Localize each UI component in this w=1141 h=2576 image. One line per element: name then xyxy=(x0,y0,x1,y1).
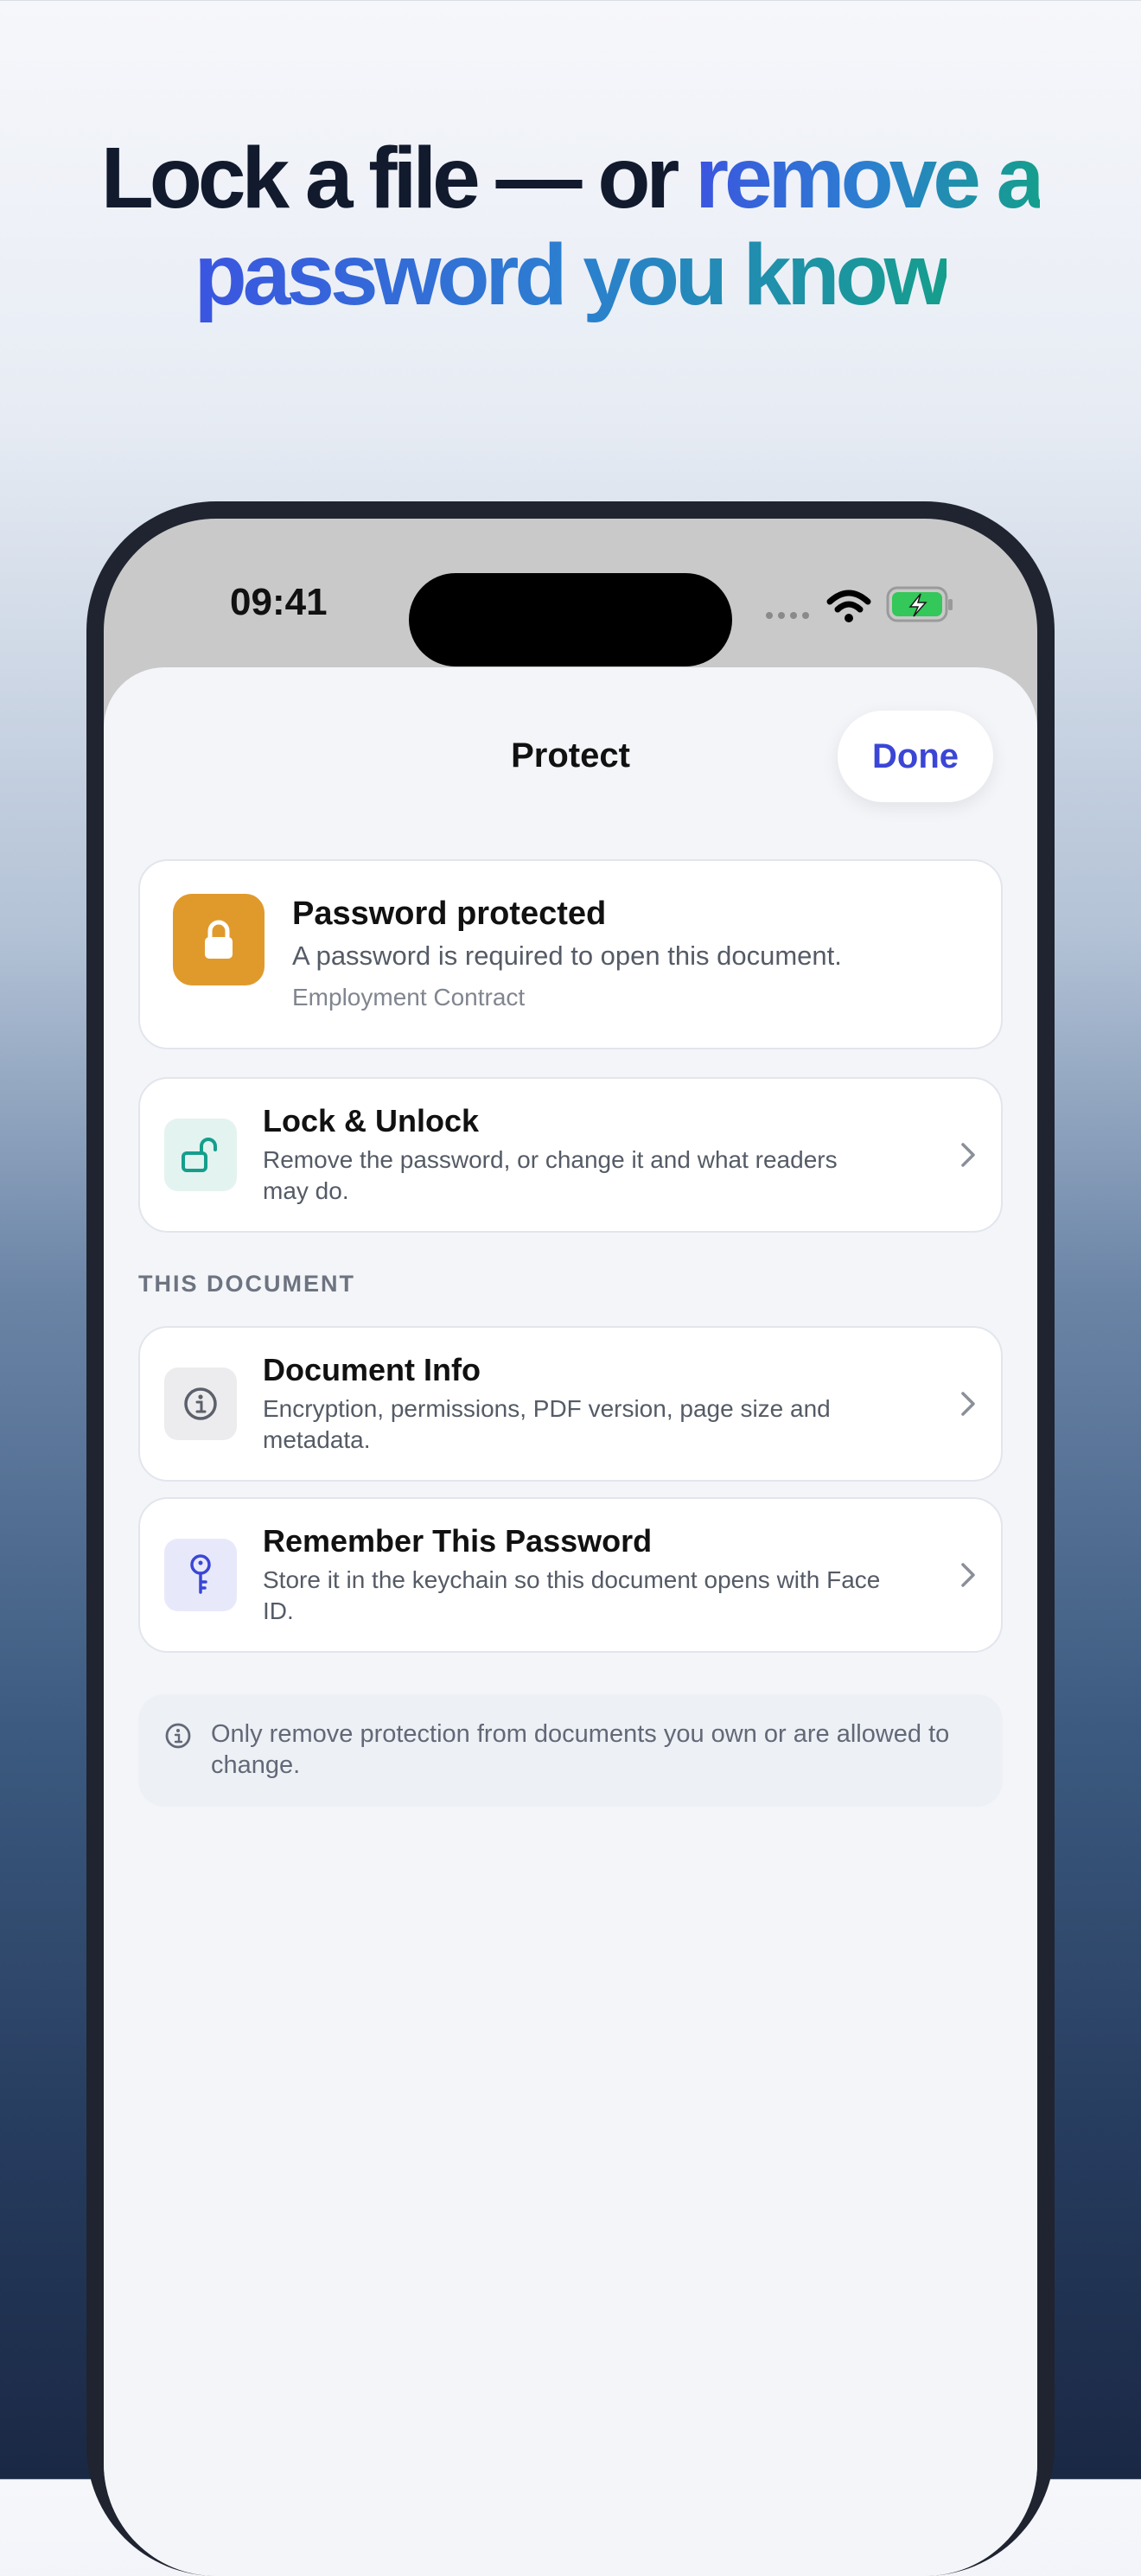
remember-password-subtitle: Store it in the keychain so this documen… xyxy=(263,1566,881,1624)
document-info-row[interactable]: Document Info Encryption, permissions, P… xyxy=(138,1326,1003,1482)
phone-screen: 09:41 Protect Done Password protected A … xyxy=(104,519,1037,2576)
remember-password-title: Remember This Password xyxy=(263,1523,653,1559)
headline: Lock a file — or remove a password you k… xyxy=(0,130,1141,323)
status-bar-time: 09:41 xyxy=(230,581,328,623)
dynamic-island xyxy=(409,573,732,666)
chevron-right-icon xyxy=(961,1563,975,1587)
note-text: Only remove protection from documents yo… xyxy=(211,1720,950,1779)
info-icon xyxy=(164,1368,237,1440)
ownership-note: Only remove protection from documents yo… xyxy=(138,1694,1003,1807)
lock-unlock-subtitle: Remove the password, or change it and wh… xyxy=(263,1146,838,1204)
info-icon xyxy=(165,1723,191,1749)
wifi-icon xyxy=(826,590,871,622)
document-name: Employment Contract xyxy=(292,984,526,1011)
document-info-title: Document Info xyxy=(263,1352,481,1387)
remember-password-row[interactable]: Remember This Password Store it in the k… xyxy=(138,1497,1003,1653)
headline-accent-text-1: remove a xyxy=(695,130,1044,226)
headline-plain-text: Lock a file — or xyxy=(100,130,680,226)
password-status-card: Password protected A password is require… xyxy=(138,859,1003,1049)
headline-line-1: Lock a file — or remove a xyxy=(0,130,1141,226)
headline-accent-text-2: password you know xyxy=(194,226,952,323)
cellular-signal-icon xyxy=(766,612,809,619)
section-label-this-document: THIS DOCUMENT xyxy=(138,1271,355,1297)
protect-sheet: Protect Done Password protected A passwo… xyxy=(104,667,1037,2576)
chevron-right-icon xyxy=(961,1143,975,1167)
unlock-icon xyxy=(164,1119,237,1191)
headline-line-2: password you know xyxy=(0,226,1141,323)
document-info-subtitle: Encryption, permissions, PDF version, pa… xyxy=(263,1395,831,1453)
key-icon xyxy=(164,1539,237,1611)
status-title: Password protected xyxy=(292,896,607,932)
lock-unlock-row[interactable]: Lock & Unlock Remove the password, or ch… xyxy=(138,1077,1003,1233)
battery-charging-icon xyxy=(886,586,953,622)
lock-unlock-title: Lock & Unlock xyxy=(263,1103,480,1138)
lock-icon xyxy=(173,894,265,985)
status-subtitle: A password is required to open this docu… xyxy=(292,940,842,971)
phone-frame: 09:41 Protect Done Password protected A … xyxy=(86,501,1055,2576)
done-button[interactable]: Done xyxy=(838,711,993,802)
chevron-right-icon xyxy=(961,1392,975,1416)
